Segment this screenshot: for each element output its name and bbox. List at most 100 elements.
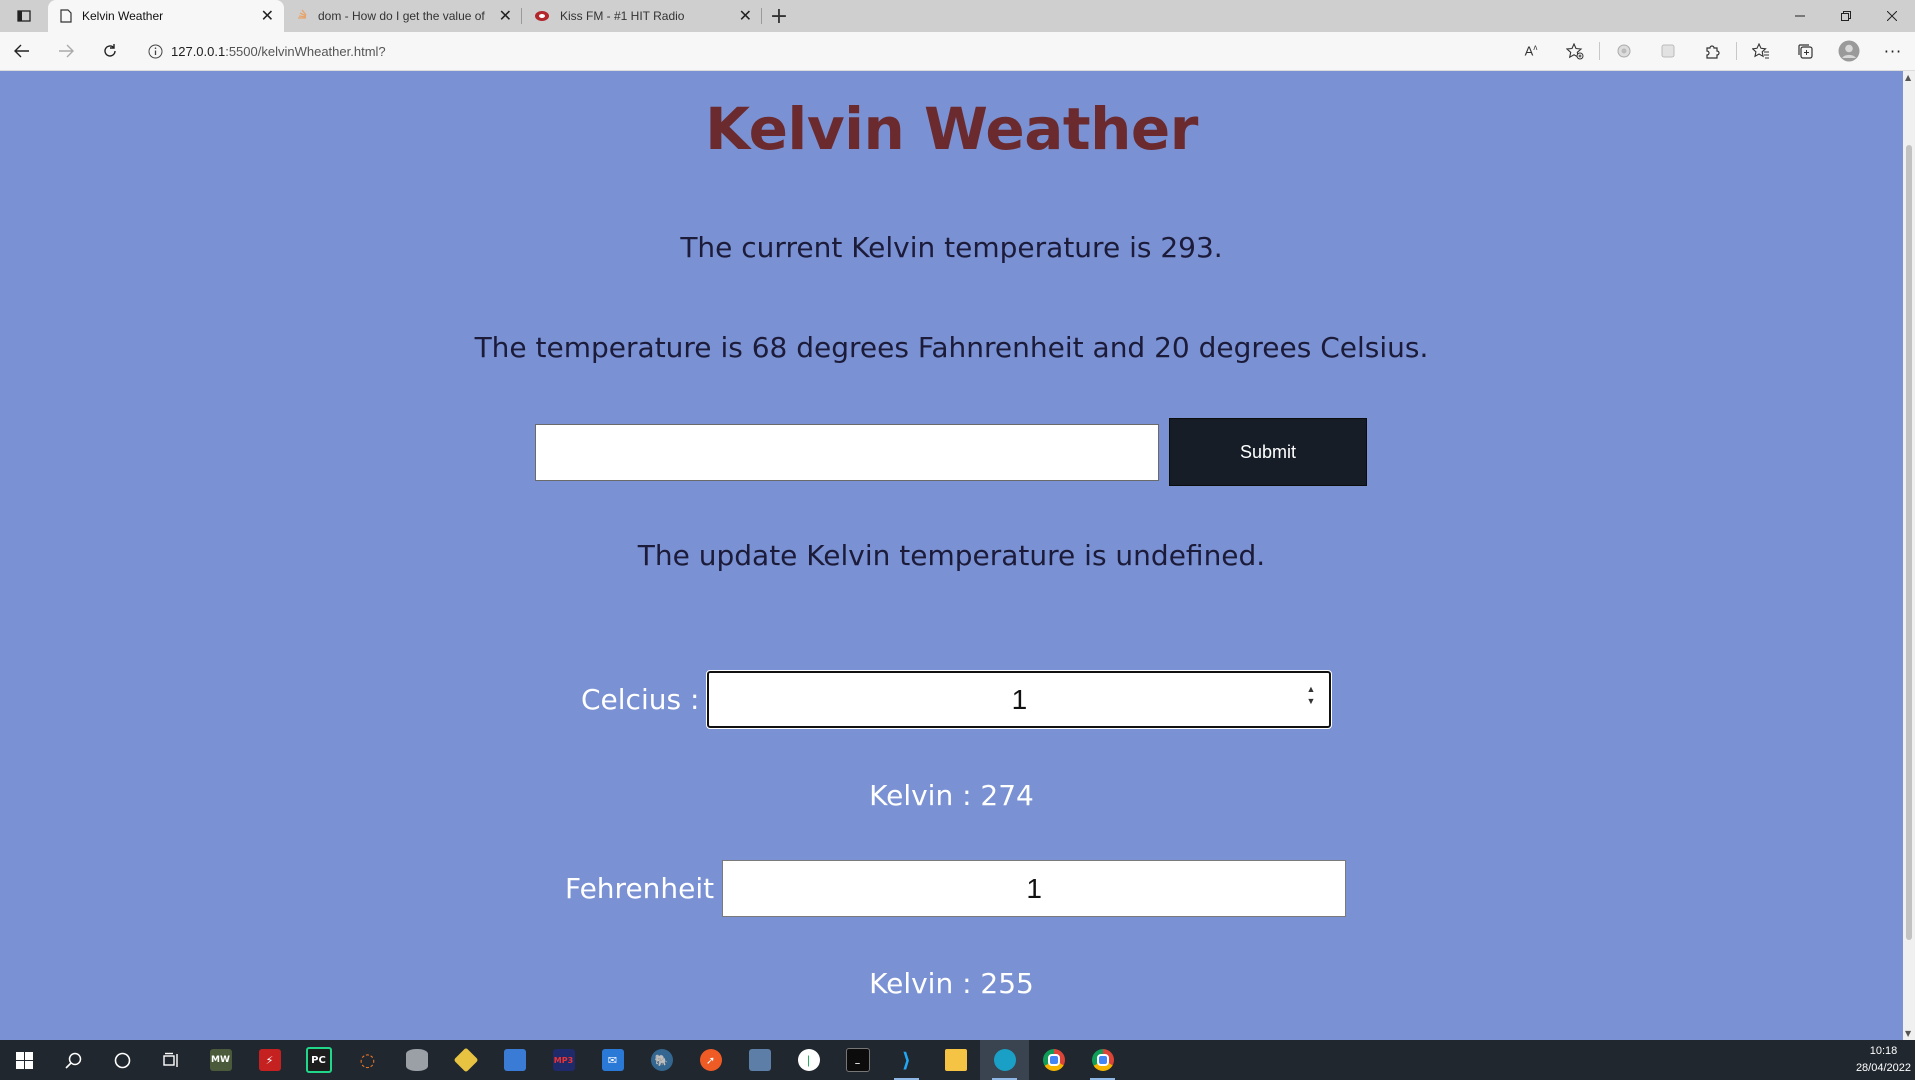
taskbar-app-terminal[interactable]: _ [833,1040,882,1080]
taskbar-app-chrome-2[interactable] [1078,1040,1127,1080]
scrollbar-thumb[interactable] [1906,145,1912,940]
page-scrollbar[interactable]: ▲ ▼ [1903,71,1915,1040]
search-icon [65,1052,82,1069]
close-tab-icon[interactable]: ✕ [261,6,274,26]
url-host: 127.0.0.1 [171,43,226,59]
new-tab-button[interactable]: + [762,0,796,32]
submit-button[interactable]: Submit [1169,418,1367,486]
system-clock[interactable]: 10:18 28/04/2022 [1856,1043,1911,1077]
celsius-input[interactable]: 1 ▲ ▼ [706,670,1333,729]
scroll-up-icon[interactable]: ▲ [1905,73,1911,82]
favorites-icon [1752,43,1769,59]
cortana-button[interactable] [98,1040,147,1080]
mail-icon: ✉ [601,1049,624,1071]
extension-icon-1[interactable] [1602,32,1646,70]
taskbar-app-jupyter[interactable]: ◌ [343,1040,392,1080]
kelvin-input[interactable] [535,423,1159,481]
refresh-icon [104,44,116,57]
stepper-down-icon[interactable]: ▼ [1306,695,1315,707]
tab-title: dom - How do I get the value of [318,9,485,23]
taskbar-app-mongodb[interactable]: ❘ [784,1040,833,1080]
back-arrow-icon [14,44,29,58]
temperature-conversion-text: The temperature is 68 degrees Fahnrenhei… [474,331,1429,364]
tab-stackoverflow[interactable]: dom - How do I get the value of ✕ [284,0,522,32]
taskbar-app-mp3cut[interactable]: MP3 [539,1040,588,1080]
close-tab-icon[interactable]: ✕ [739,6,752,26]
chrome-icon [1042,1049,1065,1071]
celsius-value: 1 [1011,683,1028,715]
stepper-up-icon[interactable]: ▲ [1306,683,1315,695]
close-window-button[interactable] [1869,0,1915,32]
page-viewport: Kelvin Weather The current Kelvin temper… [0,71,1903,1040]
lightning-app-icon: ⚡ [258,1049,281,1071]
extensions-button[interactable] [1690,32,1734,70]
minimize-icon [1795,15,1805,17]
tab-actions-button[interactable] [0,0,48,32]
taskbar-app-edge[interactable] [980,1040,1029,1080]
tab-kelvin-weather[interactable]: Kelvin Weather ✕ [48,0,284,32]
tab-title: Kelvin Weather [82,9,164,23]
scroll-down-icon[interactable]: ▼ [1905,1029,1911,1038]
taskbar-app-pycharm[interactable]: PC [294,1040,343,1080]
taskbar-app-chrome[interactable] [1029,1040,1078,1080]
mongodb-icon: ❘ [797,1049,820,1071]
settings-menu-button[interactable]: ··· [1871,32,1915,70]
clock-time: 10:18 [1869,1045,1898,1057]
fahrenheit-input[interactable]: 1 [722,860,1347,917]
profile-button[interactable] [1827,32,1871,70]
start-button[interactable] [0,1040,49,1080]
postgres-icon: 🐘 [650,1049,673,1071]
taskbar-app-vscode[interactable]: ⟩ [882,1040,931,1080]
taskbar-app-postman[interactable]: ➚ [686,1040,735,1080]
taskbar-app-mail[interactable]: ✉ [588,1040,637,1080]
kelvin-from-fahrenheit: Kelvin : 255 [869,967,1034,1000]
url-text[interactable]: 127.0.0.1:5500/kelvinWheather.html? [171,44,386,59]
stackoverflow-icon [296,9,308,23]
close-icon [1887,11,1897,21]
more-icon: ··· [1883,41,1903,61]
taskbar-app-database[interactable] [392,1040,441,1080]
collections-button[interactable] [1783,32,1827,70]
taskbar-app-remote[interactable] [490,1040,539,1080]
tab-actions-icon [17,9,31,23]
back-button[interactable] [0,32,44,70]
read-aloud-button[interactable]: Aʌ [1509,32,1553,70]
tab-strip: Kelvin Weather ✕ dom - How do I get the … [0,0,1915,32]
celsius-row: Celcius : 1 ▲ ▼ [581,670,1333,729]
pycharm-icon: PC [305,1047,332,1073]
taskbar-app-postgres[interactable]: 🐘 [637,1040,686,1080]
number-stepper[interactable]: ▲ ▼ [1306,683,1315,707]
address-bar[interactable]: 127.0.0.1:5500/kelvinWheather.html? [138,36,1503,66]
updated-kelvin-text: The update Kelvin temperature is undefin… [637,539,1266,572]
minimize-button[interactable] [1777,0,1823,32]
taskbar-app-network[interactable] [735,1040,784,1080]
fahrenheit-row: Fehrenheit 1 [565,860,1347,917]
refresh-button[interactable] [88,32,132,70]
taskbar-app-git[interactable] [441,1040,490,1080]
forward-button[interactable] [44,32,88,70]
folder-icon [944,1049,967,1071]
restore-button[interactable] [1823,0,1869,32]
browser-toolbar: 127.0.0.1:5500/kelvinWheather.html? Aʌ ·… [0,32,1915,71]
kelvin-from-celsius: Kelvin : 274 [869,779,1034,812]
task-view-button[interactable] [147,1040,196,1080]
extension-icon-2[interactable] [1646,32,1690,70]
favorites-button[interactable] [1739,32,1783,70]
url-path: :5500/kelvinWheather.html? [225,43,386,59]
taskbar-app-flash[interactable]: ⚡ [245,1040,294,1080]
tab-kiss-fm[interactable]: Kiss FM - #1 HIT Radio ✕ [522,0,762,32]
add-favorite-button[interactable] [1553,32,1597,70]
search-button[interactable] [49,1040,98,1080]
close-tab-icon[interactable]: ✕ [499,6,512,26]
taskbar-app-mw[interactable]: MW [196,1040,245,1080]
info-icon[interactable] [148,44,163,59]
git-icon [453,1047,478,1073]
edge-icon [993,1049,1016,1071]
mp3-cutter-icon: MP3 [552,1049,575,1071]
postman-icon: ➚ [699,1049,722,1071]
fahrenheit-value: 1 [1026,872,1042,904]
star-add-icon [1566,42,1584,59]
collections-icon [1798,44,1813,59]
taskbar-app-explorer[interactable] [931,1040,980,1080]
jupyter-icon: ◌ [359,1049,376,1071]
